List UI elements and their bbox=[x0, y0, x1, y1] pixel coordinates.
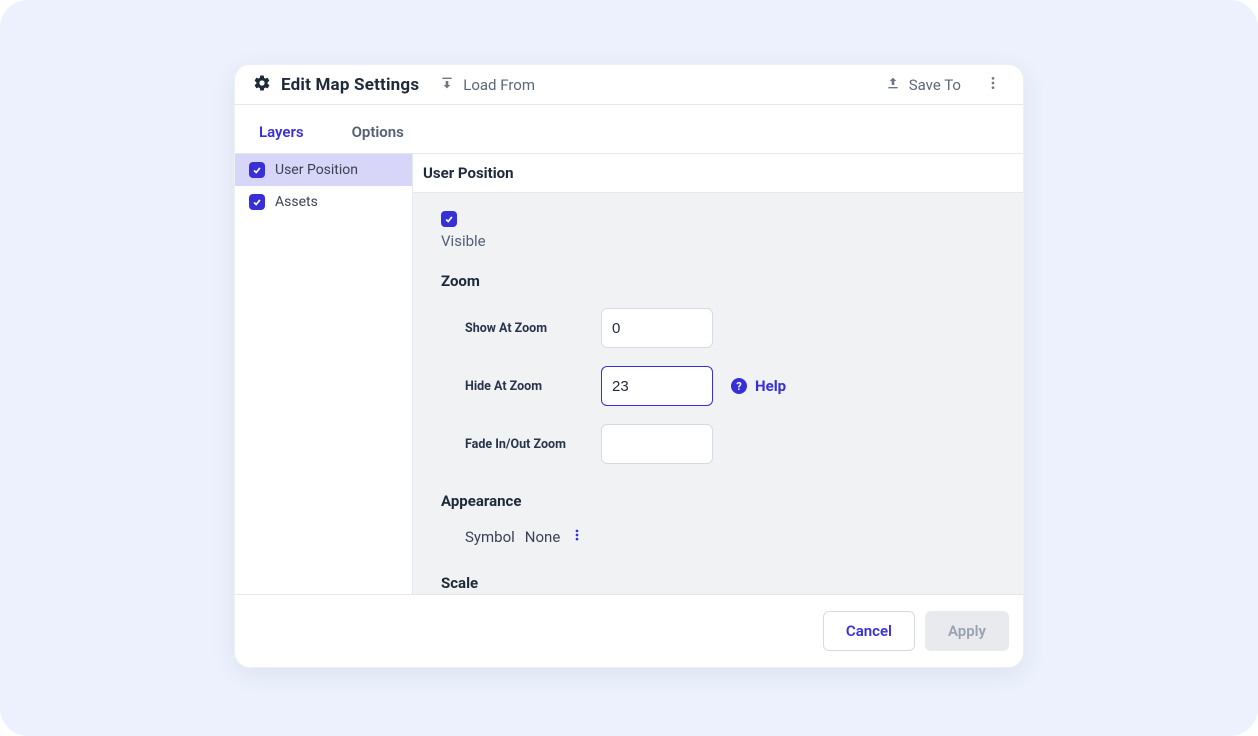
help-link[interactable]: ? Help bbox=[731, 377, 786, 395]
modal-header: Edit Map Settings Load From Save To bbox=[235, 65, 1023, 105]
layers-sidebar: User Position Assets bbox=[235, 154, 413, 594]
field-fade-zoom: Fade In/Out Zoom bbox=[441, 424, 995, 464]
layer-item-assets[interactable]: Assets bbox=[235, 186, 412, 218]
hide-at-zoom-input[interactable] bbox=[601, 366, 713, 406]
section-scale-title: Scale bbox=[441, 574, 995, 592]
apply-button[interactable]: Apply bbox=[925, 611, 1009, 651]
help-label: Help bbox=[755, 377, 786, 395]
panel-scroll[interactable]: Visible Zoom Show At Zoom Hide At Zoom ?… bbox=[413, 193, 1023, 594]
layer-checkbox-assets[interactable] bbox=[249, 194, 265, 210]
layer-label: Assets bbox=[275, 194, 318, 210]
dots-vertical-icon bbox=[985, 76, 1001, 95]
field-hide-at-zoom: Hide At Zoom ? Help bbox=[441, 366, 995, 406]
fade-zoom-input[interactable] bbox=[601, 424, 713, 464]
modal-title: Edit Map Settings bbox=[281, 75, 419, 95]
tab-options[interactable]: Options bbox=[352, 111, 416, 153]
gear-icon bbox=[253, 74, 271, 96]
cancel-button[interactable]: Cancel bbox=[823, 611, 915, 651]
visible-checkbox[interactable] bbox=[441, 211, 457, 227]
modal-body: User Position Assets User Position bbox=[235, 153, 1023, 594]
help-icon: ? bbox=[731, 378, 747, 394]
panel-title: User Position bbox=[413, 154, 1023, 193]
visible-label: Visible bbox=[441, 232, 995, 250]
hide-at-zoom-label: Hide At Zoom bbox=[465, 379, 583, 394]
symbol-row: Symbol None bbox=[465, 528, 995, 546]
upload-icon bbox=[885, 75, 901, 95]
field-show-at-zoom: Show At Zoom bbox=[441, 308, 995, 348]
download-icon bbox=[439, 75, 455, 95]
layer-settings-panel: User Position Visible Zoom Show At Zoom bbox=[413, 154, 1023, 594]
load-from-label: Load From bbox=[463, 76, 535, 94]
symbol-value: None bbox=[525, 528, 561, 546]
tab-layers[interactable]: Layers bbox=[259, 111, 316, 153]
modal-footer: Cancel Apply bbox=[235, 594, 1023, 667]
layer-checkbox-user-position[interactable] bbox=[249, 162, 265, 178]
symbol-label: Symbol bbox=[465, 528, 515, 546]
dots-vertical-icon bbox=[570, 528, 584, 546]
section-appearance-title: Appearance bbox=[441, 492, 995, 510]
symbol-more-button[interactable] bbox=[570, 528, 584, 546]
edit-map-settings-modal: Edit Map Settings Load From Save To bbox=[234, 64, 1024, 668]
show-at-zoom-label: Show At Zoom bbox=[465, 321, 583, 336]
save-to-button[interactable]: Save To bbox=[879, 71, 967, 99]
load-from-button[interactable]: Load From bbox=[433, 71, 541, 99]
fade-zoom-label: Fade In/Out Zoom bbox=[465, 437, 583, 452]
save-to-label: Save To bbox=[909, 76, 961, 94]
section-zoom-title: Zoom bbox=[441, 272, 995, 290]
layer-label: User Position bbox=[275, 162, 358, 178]
tabs: Layers Options bbox=[235, 105, 1023, 153]
show-at-zoom-input[interactable] bbox=[601, 308, 713, 348]
layer-item-user-position[interactable]: User Position bbox=[235, 154, 412, 186]
header-more-button[interactable] bbox=[981, 71, 1005, 99]
